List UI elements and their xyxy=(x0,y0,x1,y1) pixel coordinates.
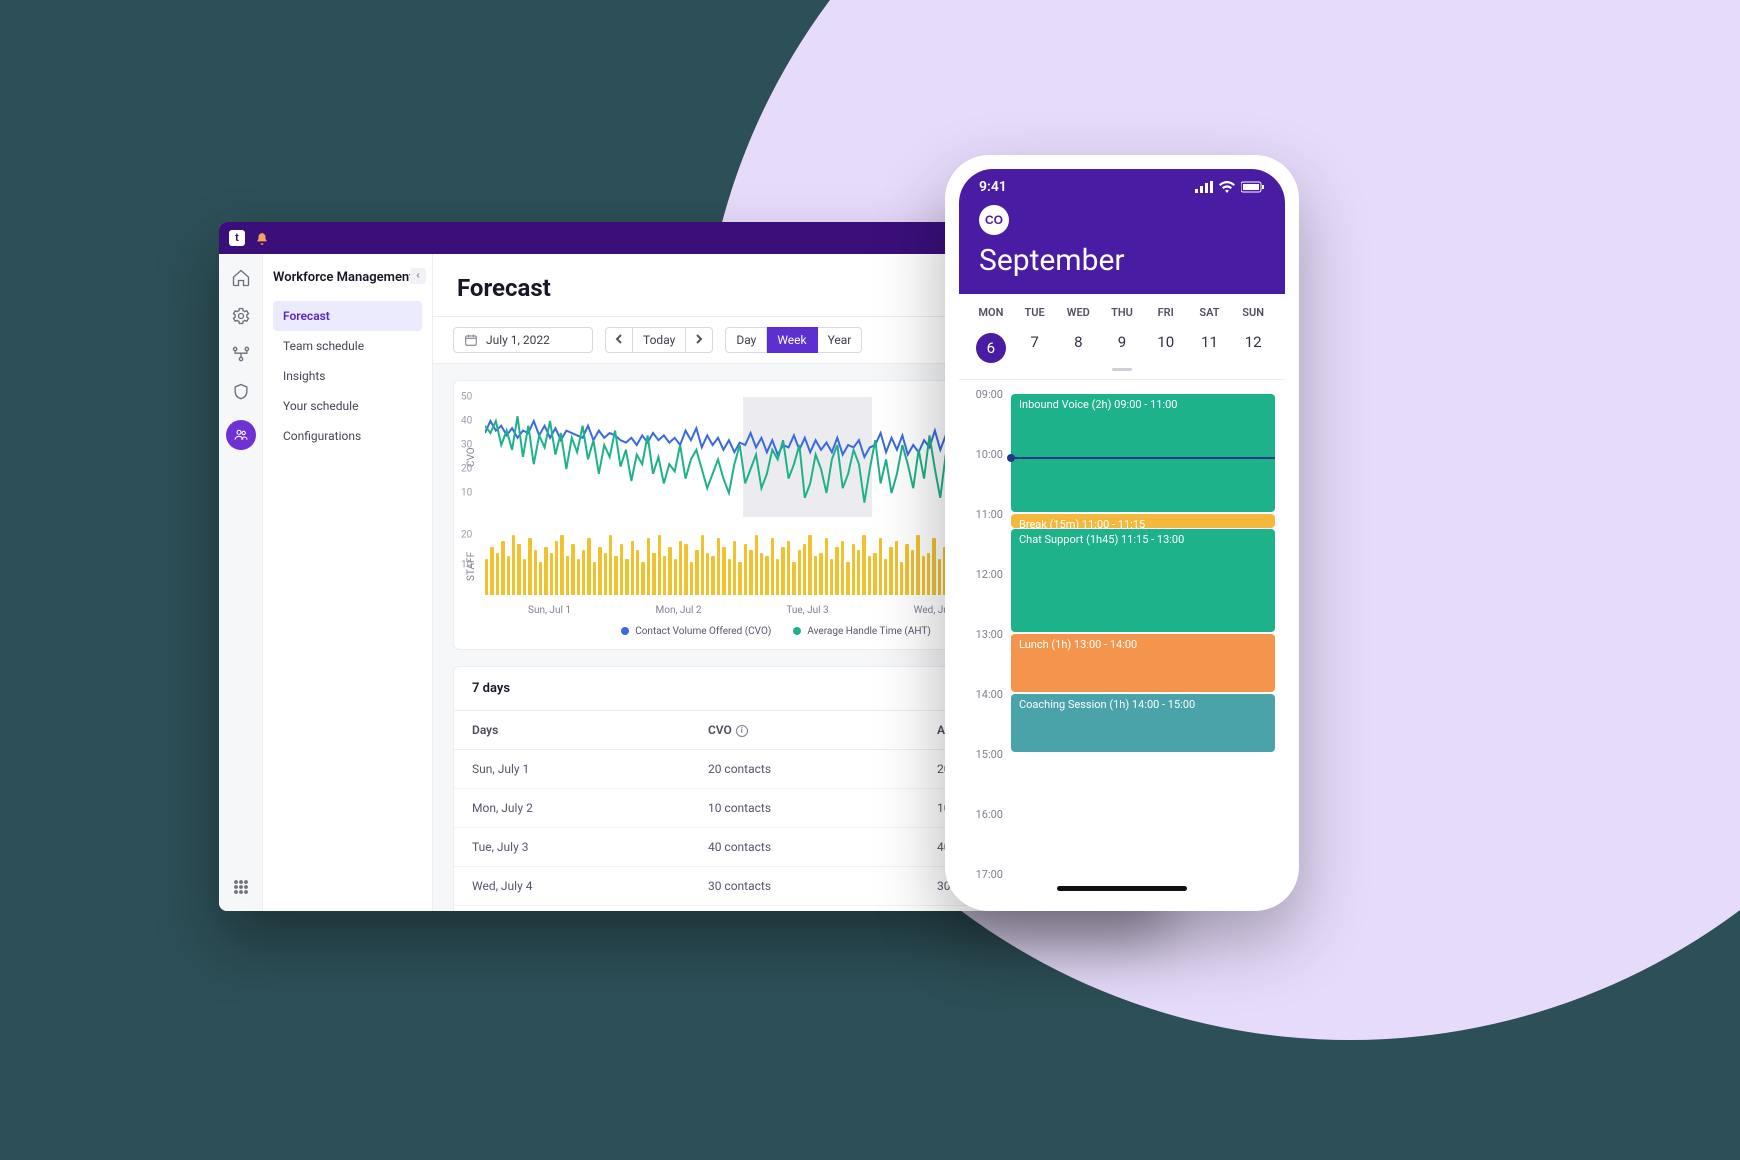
legend-cvo: Contact Volume Offered (CVO) xyxy=(635,626,771,637)
sidebar-item-team-schedule[interactable]: Team schedule xyxy=(273,331,422,361)
agenda-event[interactable]: Inbound Voice (2h) 09:00 - 11:00 xyxy=(1011,394,1275,512)
dow-label: SUN xyxy=(1231,306,1275,319)
date-cell[interactable]: 6 xyxy=(969,327,1013,369)
phone-screen: 9:41 CO September MONTUEWEDTHUFRISATSUN … xyxy=(959,169,1285,897)
shield-icon[interactable] xyxy=(231,382,251,402)
phone-clock: 9:41 xyxy=(979,179,1007,195)
hour-label: 14:00 xyxy=(959,688,1011,748)
range-segment: DayWeekYear xyxy=(725,327,862,353)
hour-label: 15:00 xyxy=(959,748,1011,808)
apps-grid-icon[interactable] xyxy=(231,877,251,897)
date-picker[interactable]: July 1, 2022 xyxy=(453,327,593,353)
phone-frame: 9:41 CO September MONTUEWEDTHUFRISATSUN … xyxy=(945,155,1299,911)
week-bar: MONTUEWEDTHUFRISATSUN 6789101112 xyxy=(959,294,1285,380)
range-week-button[interactable]: Week xyxy=(767,327,817,353)
gear-icon[interactable] xyxy=(231,306,251,326)
hour-label: 09:00 xyxy=(959,388,1011,448)
flow-icon[interactable] xyxy=(231,344,251,364)
sidebar-item-your-schedule[interactable]: Your schedule xyxy=(273,391,422,421)
prev-button[interactable] xyxy=(605,327,633,353)
dow-label: MON xyxy=(969,306,1013,319)
hour-label: 16:00 xyxy=(959,808,1011,868)
agenda-event[interactable]: Lunch (1h) 13:00 - 14:00 xyxy=(1011,634,1275,692)
dow-label: WED xyxy=(1056,306,1100,319)
phone-status-bar: 9:41 xyxy=(959,169,1285,199)
sidebar-item-forecast[interactable]: Forecast xyxy=(273,301,422,331)
battery-icon xyxy=(1241,181,1265,193)
notifications-icon[interactable] xyxy=(255,231,269,245)
range-year-button[interactable]: Year xyxy=(818,327,863,353)
month-title: September xyxy=(979,243,1265,278)
legend-aht: Average Handle Time (AHT) xyxy=(807,626,931,637)
home-icon[interactable] xyxy=(231,268,251,288)
x-axis-label: Tue, Jul 3 xyxy=(743,605,872,616)
date-cell[interactable]: 12 xyxy=(1231,327,1275,369)
dow-label: SAT xyxy=(1188,306,1232,319)
app-logo: t xyxy=(229,230,245,246)
agenda-event[interactable]: Break (15m) 11:00 - 11:15 xyxy=(1011,514,1275,528)
current-time-indicator xyxy=(1011,457,1275,459)
date-nav-group: Today xyxy=(605,327,713,353)
sidebar-item-configurations[interactable]: Configurations xyxy=(273,421,422,451)
date-picker-value: July 1, 2022 xyxy=(486,333,550,347)
range-day-button[interactable]: Day xyxy=(725,327,767,353)
side-nav: Workforce Management ‹ ForecastTeam sche… xyxy=(263,254,433,911)
collapse-sidebar-button[interactable]: ‹ xyxy=(410,268,426,284)
date-cell[interactable]: 7 xyxy=(1013,327,1057,369)
col-days: Days xyxy=(454,711,690,750)
col-cvo: CVOi xyxy=(690,711,919,750)
x-axis-label: Sun, Jul 1 xyxy=(485,605,614,616)
dow-label: TUE xyxy=(1013,306,1057,319)
hour-label: 12:00 xyxy=(959,568,1011,628)
agenda-event[interactable]: Coaching Session (1h) 14:00 - 15:00 xyxy=(1011,694,1275,752)
date-cell[interactable]: 10 xyxy=(1144,327,1188,369)
hour-label: 13:00 xyxy=(959,628,1011,688)
x-axis-label: Mon, Jul 2 xyxy=(614,605,743,616)
hour-label: 10:00 xyxy=(959,448,1011,508)
hour-label: 11:00 xyxy=(959,508,1011,568)
hour-label: 17:00 xyxy=(959,868,1011,897)
date-cell[interactable]: 8 xyxy=(1056,327,1100,369)
today-button[interactable]: Today xyxy=(633,327,686,353)
agenda[interactable]: 09:0010:0011:0012:0013:0014:0015:0016:00… xyxy=(959,380,1285,897)
wfm-icon[interactable] xyxy=(226,420,256,450)
home-indicator[interactable] xyxy=(1057,886,1187,891)
date-cell[interactable]: 9 xyxy=(1100,327,1144,369)
icon-rail xyxy=(219,254,263,911)
wifi-icon xyxy=(1219,181,1235,193)
sidebar-item-insights[interactable]: Insights xyxy=(273,361,422,391)
agenda-event[interactable]: Chat Support (1h45) 11:15 - 13:00 xyxy=(1011,529,1275,632)
side-nav-title: Workforce Management xyxy=(273,270,422,287)
info-icon[interactable]: i xyxy=(736,725,748,737)
dow-label: THU xyxy=(1100,306,1144,319)
signal-icon xyxy=(1195,181,1213,193)
dow-label: FRI xyxy=(1144,306,1188,319)
next-button[interactable] xyxy=(686,327,713,353)
avatar[interactable]: CO xyxy=(979,205,1009,235)
date-cell[interactable]: 11 xyxy=(1188,327,1232,369)
